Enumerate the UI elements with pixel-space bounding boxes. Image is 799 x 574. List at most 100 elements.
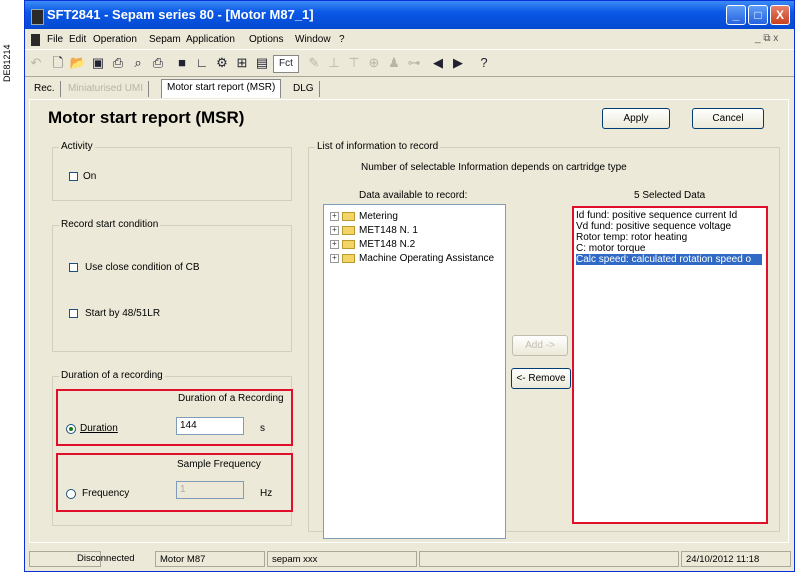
help-icon[interactable]: ? [475, 54, 493, 72]
tab-miniaturised-umi[interactable]: Miniaturised UMI [63, 81, 150, 97]
minimize-button[interactable]: _ [726, 5, 746, 25]
cartridge-note: Number of selectable Information depends… [361, 162, 627, 173]
apply-button[interactable]: Apply [602, 108, 670, 129]
status-datetime: 24/10/2012 11:18 [681, 551, 791, 567]
matrix-icon[interactable]: ⊞ [233, 54, 251, 72]
selected-item[interactable]: Rotor temp: rotor heating [576, 232, 762, 243]
connection-status: Disconnected [77, 553, 135, 564]
duration-header: Duration of a Recording [178, 393, 284, 404]
tree-node-met148-n2[interactable]: + MET148 N.2 [330, 239, 415, 252]
curve-icon[interactable]: ∟ [193, 54, 211, 72]
open-folder-icon[interactable]: 📂 [69, 54, 87, 72]
print-preview-icon[interactable]: ⌕ [129, 54, 147, 72]
frequency-radio[interactable] [66, 489, 76, 499]
expand-icon[interactable]: + [330, 225, 339, 235]
figure-reference-tag: DE81214 [2, 44, 12, 82]
title-bar: SFT2841 - Sepam series 80 - [Motor M87_1… [25, 1, 794, 29]
application-window: SFT2841 - Sepam series 80 - [Motor M87_1… [24, 0, 795, 572]
save-icon[interactable]: ▣ [89, 54, 107, 72]
menu-file[interactable]: File [47, 34, 63, 45]
menu-options[interactable]: Options [249, 34, 283, 45]
menu-operation[interactable]: Operation [93, 34, 137, 45]
save-disk-icon[interactable]: ■ [173, 54, 191, 72]
tree-icon[interactable]: ⊕ [365, 54, 383, 72]
menu-edit[interactable]: Edit [69, 34, 86, 45]
menu-help[interactable]: ? [339, 34, 345, 45]
network-icon[interactable]: ⊶ [405, 54, 423, 72]
settings-icon[interactable]: ⚙ [213, 54, 231, 72]
print-setup-icon[interactable]: ⎙ [109, 54, 127, 72]
logic-icon[interactable]: ▤ [253, 54, 271, 72]
menu-application[interactable]: Application [186, 34, 235, 45]
activity-on-checkbox[interactable] [69, 172, 78, 181]
document-icon [31, 34, 40, 46]
use-close-condition-checkbox[interactable] [69, 263, 78, 272]
msr-panel: Motor start report (MSR) Apply Cancel Ac… [29, 99, 789, 543]
selected-item[interactable]: C: motor torque [576, 243, 762, 254]
duration-group-label: Duration of a recording [59, 370, 165, 381]
duration-unit: s [260, 423, 265, 434]
maximize-button[interactable]: □ [748, 5, 768, 25]
undo-icon[interactable]: ↶ [27, 54, 45, 72]
selected-item[interactable]: Vd fund: positive sequence voltage [576, 221, 762, 232]
available-data-tree[interactable]: + Metering + MET148 N. 1 + MET148 N.2 + Mach… [323, 204, 506, 539]
record-start-group-label: Record start condition [59, 219, 161, 230]
add-button[interactable]: Add -> [512, 335, 568, 356]
frequency-header: Sample Frequency [177, 459, 261, 470]
tab-rec[interactable]: Rec. [29, 81, 61, 97]
device-model: sepam xxx [267, 551, 417, 567]
use-close-condition-label: Use close condition of CB [85, 262, 200, 273]
record-start-group: Record start condition Use close conditi… [52, 219, 292, 352]
arrow-right-icon[interactable]: ▶ [449, 54, 467, 72]
duration-radio[interactable] [66, 424, 76, 434]
selected-item[interactable]: Id fund: positive sequence current Id [576, 210, 762, 221]
frequency-input[interactable]: 1 [176, 481, 244, 499]
selected-data-header: 5 Selected Data [634, 190, 706, 201]
start-by-48-51lr-checkbox[interactable] [69, 309, 78, 318]
duration-label: Duration [80, 423, 118, 434]
connect-icon[interactable]: ⊥ [325, 54, 343, 72]
new-file-icon[interactable]: 🗋 [49, 54, 67, 72]
frequency-unit: Hz [260, 488, 273, 499]
frequency-label: Frequency [82, 488, 130, 499]
available-data-header: Data available to record: [359, 190, 468, 201]
person-icon[interactable]: ♟ [385, 54, 403, 72]
expand-icon[interactable]: + [330, 239, 339, 249]
selected-item-highlighted[interactable]: Calc speed: calculated rotation speed o [576, 254, 762, 265]
disconnect-icon[interactable]: ⊤ [345, 54, 363, 72]
tree-node-metering[interactable]: + Metering [330, 211, 398, 224]
cancel-button[interactable]: Cancel [692, 108, 764, 129]
menu-sepam[interactable]: Sepam [149, 34, 181, 45]
menu-window[interactable]: Window [295, 34, 331, 45]
mdi-window-controls[interactable]: _ ⧉ x [755, 33, 778, 44]
page-title: Motor start report (MSR) [48, 108, 245, 127]
frequency-highlight-box: Sample Frequency Frequency 1 Hz [56, 453, 293, 512]
wand-icon[interactable]: ✎ [305, 54, 323, 72]
duration-highlight-box: Duration of a Recording Duration 144 s [56, 389, 293, 446]
expand-icon[interactable]: + [330, 211, 339, 221]
device-name: Motor M87 [155, 551, 265, 567]
info-list-group-label: List of information to record [315, 141, 441, 152]
folder-icon [342, 253, 355, 263]
tree-node-machine-operating-assistance[interactable]: + Machine Operating Assistance [330, 253, 494, 266]
folder-icon [342, 225, 355, 235]
close-button[interactable]: X [770, 5, 790, 25]
tab-dlg[interactable]: DLG [288, 81, 320, 97]
print-icon[interactable]: ⎙ [149, 54, 167, 72]
expand-icon[interactable]: + [330, 253, 339, 263]
window-title: SFT2841 - Sepam series 80 - [Motor M87_1… [47, 7, 314, 22]
tab-motor-start-report[interactable]: Motor start report (MSR) [161, 79, 282, 98]
fct-icon[interactable]: Fct [273, 55, 299, 73]
folder-icon [342, 211, 355, 221]
tab-strip: Rec. Miniaturised UMI Motor start report… [25, 79, 794, 99]
arrow-left-icon[interactable]: ◀ [429, 54, 447, 72]
start-by-48-51lr-label: Start by 48/51LR [85, 308, 161, 319]
remove-button[interactable]: <- Remove [511, 368, 571, 389]
tree-node-met148-n1[interactable]: + MET148 N. 1 [330, 225, 418, 238]
duration-input[interactable]: 144 [176, 417, 244, 435]
status-empty [419, 551, 679, 567]
activity-on-label: On [83, 171, 97, 182]
app-icon [31, 9, 44, 25]
selected-data-list[interactable]: Id fund: positive sequence current Id Vd… [574, 208, 766, 522]
menu-bar: File Edit Operation Sepam Application Op… [25, 31, 794, 48]
